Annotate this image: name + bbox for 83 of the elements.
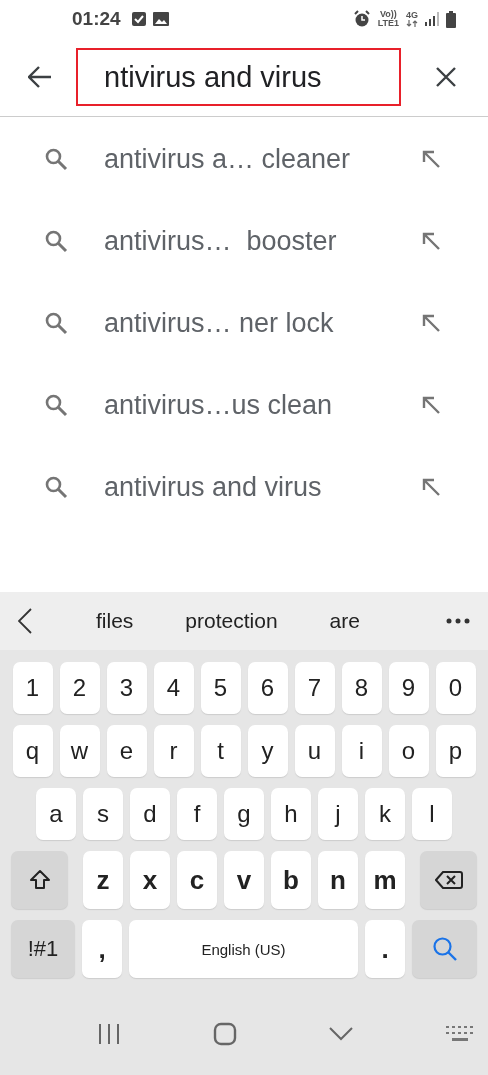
search-suggestion[interactable]: antivirus… booster — [104, 225, 422, 257]
search-key[interactable] — [412, 920, 477, 978]
search-suggestion[interactable]: antivirus…us clean — [104, 389, 422, 421]
fill-query-arrow-icon[interactable] — [422, 232, 440, 250]
word-suggestion[interactable]: protection — [185, 609, 278, 633]
fill-query-arrow-icon[interactable] — [422, 396, 440, 414]
checkbox-notification-icon — [131, 12, 146, 26]
keyboard-key[interactable]: 0 — [435, 662, 476, 714]
search-field[interactable]: ntivirus and virus — [76, 48, 401, 106]
search-icon — [44, 475, 68, 499]
keyboard-key[interactable]: p — [435, 725, 476, 777]
keyboard-key[interactable]: u — [294, 725, 335, 777]
network-label: 4G — [406, 11, 418, 20]
search-icon — [44, 311, 68, 335]
keyboard-key[interactable]: y — [247, 725, 288, 777]
chevron-down-icon[interactable] — [329, 1027, 354, 1041]
keyboard-key[interactable]: g — [224, 788, 264, 840]
keyboard-key[interactable]: b — [271, 851, 311, 909]
keyboard-key[interactable]: q — [12, 725, 53, 777]
keyboard-key[interactable]: , — [82, 920, 122, 978]
search-icon — [44, 229, 68, 253]
keyboard-key[interactable]: j — [318, 788, 358, 840]
chevron-left-icon[interactable] — [18, 608, 32, 634]
search-icon — [431, 936, 458, 962]
search-suggestion[interactable]: antivirus… ner lock — [104, 307, 422, 339]
alarm-icon — [352, 10, 371, 28]
fill-query-arrow-icon[interactable] — [422, 150, 440, 168]
keyboard-key[interactable]: 8 — [341, 662, 382, 714]
more-icon[interactable] — [446, 618, 470, 624]
search-icon — [44, 147, 68, 171]
symbols-key[interactable]: !#1 — [11, 920, 75, 978]
back-arrow-icon[interactable] — [28, 66, 52, 88]
shift-key[interactable] — [11, 851, 68, 909]
search-suggestion[interactable]: antivirus a… cleaner — [104, 143, 422, 175]
keyboard-key[interactable]: x — [130, 851, 170, 909]
battery-icon — [446, 10, 456, 28]
backspace-key[interactable] — [420, 851, 477, 909]
word-suggestion[interactable]: files — [96, 609, 134, 633]
keyboard-key[interactable]: r — [153, 725, 194, 777]
recent-apps-icon[interactable] — [98, 1023, 120, 1045]
status-time: 01:24 — [72, 8, 121, 30]
keyboard-key[interactable]: d — [130, 788, 170, 840]
close-icon[interactable] — [435, 66, 457, 88]
keyboard-key[interactable]: l — [412, 788, 452, 840]
keyboard-key[interactable]: e — [106, 725, 147, 777]
keyboard-key[interactable]: 7 — [294, 662, 335, 714]
keyboard-key[interactable]: v — [224, 851, 264, 909]
keyboard-key[interactable]: 4 — [153, 662, 194, 714]
keyboard-key[interactable]: z — [83, 851, 123, 909]
keyboard-key[interactable]: 3 — [106, 662, 147, 714]
fill-query-arrow-icon[interactable] — [422, 314, 440, 332]
keyboard-key[interactable]: a — [36, 788, 76, 840]
keyboard-key[interactable]: m — [365, 851, 405, 909]
signal-icon — [425, 12, 439, 26]
volte-label: Vo)) — [379, 10, 397, 19]
space-key[interactable]: English (US) — [129, 920, 358, 978]
backspace-icon — [434, 870, 463, 890]
image-notification-icon — [152, 12, 169, 26]
keyboard-key[interactable]: 5 — [200, 662, 241, 714]
keyboard-key[interactable]: n — [318, 851, 358, 909]
search-icon — [44, 393, 68, 417]
keyboard-key[interactable]: h — [271, 788, 311, 840]
keyboard-key[interactable]: f — [177, 788, 217, 840]
keyboard-key[interactable]: 2 — [59, 662, 100, 714]
keyboard-key[interactable]: o — [388, 725, 429, 777]
keyboard-key[interactable]: 1 — [12, 662, 53, 714]
data-arrows-icon — [406, 20, 418, 27]
keyboard-key[interactable]: 9 — [388, 662, 429, 714]
home-icon[interactable] — [212, 1022, 237, 1046]
keyboard-key[interactable]: i — [341, 725, 382, 777]
keyboard-key[interactable]: . — [365, 920, 405, 978]
keyboard-key[interactable]: s — [83, 788, 123, 840]
keyboard-key[interactable]: 6 — [247, 662, 288, 714]
lte-label: LTE1 — [377, 19, 399, 28]
shift-arrow-icon — [28, 869, 51, 891]
fill-query-arrow-icon[interactable] — [422, 478, 440, 496]
search-suggestion[interactable]: antivirus and virus — [104, 471, 422, 503]
keyboard-key[interactable]: w — [59, 725, 100, 777]
keyboard-key[interactable]: k — [365, 788, 405, 840]
keyboard-key[interactable]: c — [177, 851, 217, 909]
keyboard-icon[interactable] — [445, 1026, 474, 1042]
keyboard-key[interactable]: t — [200, 725, 241, 777]
word-suggestion[interactable]: are — [329, 609, 360, 633]
